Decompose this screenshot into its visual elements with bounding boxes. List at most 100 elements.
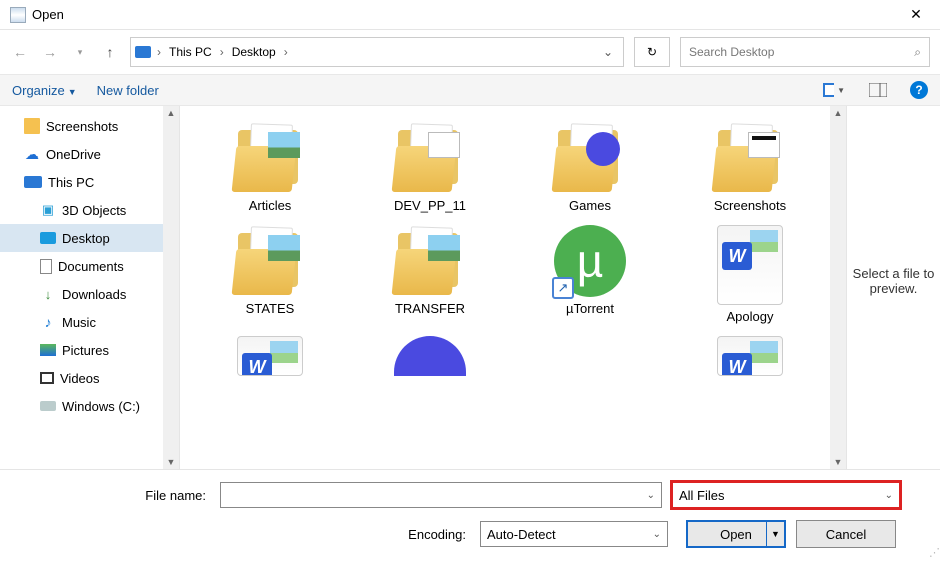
file-item[interactable]: TRANSFER (356, 221, 504, 328)
sidebar-item-downloads[interactable]: ↓ Downloads (0, 280, 179, 308)
back-icon[interactable]: ← (10, 42, 30, 62)
file-item-label: Articles (249, 198, 292, 213)
disk-icon (40, 401, 56, 411)
sidebar-item-label: Documents (58, 259, 124, 274)
chevron-down-icon[interactable]: ⌄ (653, 529, 661, 540)
sidebar-item-3d-objects[interactable]: ▣ 3D Objects (0, 196, 179, 224)
new-folder-button[interactable]: New folder (97, 83, 159, 98)
encoding-select[interactable]: Auto-Detect ⌄ (480, 521, 668, 547)
cancel-button[interactable]: Cancel (796, 520, 896, 548)
sidebar-item-videos[interactable]: Videos (0, 364, 179, 392)
sidebar-item-screenshots[interactable]: Screenshots (0, 112, 179, 140)
up-icon[interactable]: ↑ (100, 42, 120, 62)
search-icon: ⌕ (914, 45, 921, 60)
breadcrumb-thispc[interactable]: This PC (165, 43, 216, 61)
onedrive-icon: ☁ (24, 146, 40, 162)
thispc-icon (24, 176, 42, 188)
sidebar-item-desktop[interactable]: Desktop (0, 224, 179, 252)
file-item[interactable]: STATES (196, 221, 344, 328)
file-item[interactable]: µ↗µTorrent (516, 221, 664, 328)
word-document-icon: W (237, 336, 303, 376)
folder-icon (394, 225, 466, 297)
sidebar-item-label: Screenshots (46, 119, 118, 134)
sidebar-item-windows-c-[interactable]: Windows (C:) (0, 392, 179, 420)
sidebar-item-label: Downloads (62, 287, 126, 302)
sidebar-item-documents[interactable]: Documents (0, 252, 179, 280)
main-area: Screenshots ☁ OneDrive This PC ▣ 3D Objects De… (0, 106, 940, 469)
sidebar-item-label: 3D Objects (62, 203, 126, 218)
refresh-icon: ↻ (647, 45, 657, 59)
breadcrumb[interactable]: › This PC › Desktop › ⌄ (130, 37, 624, 67)
vids-icon (40, 372, 54, 384)
scroll-down-icon[interactable]: ▼ (167, 455, 176, 469)
file-item-label: DEV_PP_11 (394, 198, 466, 213)
filename-input[interactable]: ⌄ (220, 482, 662, 508)
toolbar: Organize▼ New folder ▼ ? (0, 74, 940, 106)
filelist-scrollbar[interactable]: ▲ ▼ (830, 106, 846, 469)
breadcrumb-dropdown-icon[interactable]: ⌄ (597, 45, 619, 59)
refresh-button[interactable]: ↻ (634, 37, 670, 67)
file-item[interactable]: WApology (676, 221, 824, 328)
file-type-filter[interactable]: All Files ⌄ (670, 480, 902, 510)
titlebar: Open ✕ (0, 0, 940, 30)
encoding-value: Auto-Detect (487, 527, 556, 542)
help-icon[interactable]: ? (910, 81, 928, 99)
folder-icon (234, 122, 306, 194)
chevron-right-icon[interactable]: › (218, 45, 226, 59)
file-item[interactable]: W (676, 332, 824, 384)
sidebar-item-label: OneDrive (46, 147, 101, 162)
sidebar-item-label: Music (62, 315, 96, 330)
sidebar-item-this-pc[interactable]: This PC (0, 168, 179, 196)
organize-button[interactable]: Organize▼ (12, 83, 77, 98)
file-item[interactable]: Screenshots (676, 118, 824, 217)
dl-icon: ↓ (40, 286, 56, 302)
scroll-up-icon[interactable]: ▲ (167, 106, 176, 120)
scroll-up-icon[interactable]: ▲ (834, 106, 843, 120)
file-item[interactable] (356, 332, 504, 384)
folder-icon (394, 122, 466, 194)
preview-pane-button[interactable] (866, 80, 890, 100)
small3d-icon: ▣ (40, 202, 56, 218)
search-placeholder: Search Desktop (689, 45, 914, 59)
folder-icon (714, 122, 786, 194)
resize-grip-icon[interactable]: ⋰ (929, 550, 938, 556)
folder-icon (554, 122, 626, 194)
file-item[interactable] (516, 332, 664, 384)
sidebar-item-pictures[interactable]: Pictures (0, 336, 179, 364)
close-icon[interactable]: ✕ (902, 1, 930, 29)
sidebar-item-label: Pictures (62, 343, 109, 358)
filter-value: All Files (679, 488, 725, 503)
sidebar-scrollbar[interactable]: ▲ ▼ (163, 106, 179, 469)
file-item[interactable]: W (196, 332, 344, 384)
chevron-down-icon[interactable]: ⌄ (647, 490, 655, 501)
chevron-down-icon[interactable]: ⌄ (885, 490, 893, 501)
encoding-label: Encoding: (12, 527, 472, 542)
recent-locations-icon[interactable]: ▾ (70, 42, 90, 62)
utorrent-icon: µ↗ (554, 225, 626, 297)
breadcrumb-desktop[interactable]: Desktop (228, 43, 280, 61)
file-item[interactable]: Games (516, 118, 664, 217)
chevron-right-icon[interactable]: › (155, 45, 163, 59)
shortcut-overlay-icon: ↗ (552, 277, 574, 299)
sidebar-item-music[interactable]: ♪ Music (0, 308, 179, 336)
window-title: Open (32, 7, 902, 22)
bottom-panel: File name: ⌄ All Files ⌄ Encoding: Auto-… (0, 469, 940, 558)
search-input[interactable]: Search Desktop ⌕ (680, 37, 930, 67)
file-item[interactable]: DEV_PP_11 (356, 118, 504, 217)
folder-icon (234, 225, 306, 297)
scroll-down-icon[interactable]: ▼ (834, 455, 843, 469)
view-mode-button[interactable]: ▼ (822, 80, 846, 100)
sidebar-item-label: Videos (60, 371, 100, 386)
file-item-label: TRANSFER (395, 301, 465, 316)
file-list[interactable]: Articles DEV_PP_11 GamesScreenshots STATES T… (180, 106, 846, 469)
sidebar-item-label: Desktop (62, 231, 110, 246)
music-icon: ♪ (40, 314, 56, 330)
open-split-icon[interactable]: ▼ (766, 522, 784, 546)
filename-label: File name: (12, 488, 212, 503)
sidebar-item-onedrive[interactable]: ☁ OneDrive (0, 140, 179, 168)
word-document-icon: W (717, 225, 783, 305)
open-button[interactable]: Open ▼ (686, 520, 786, 548)
preview-placeholder: Select a file to preview. (847, 266, 940, 296)
chevron-right-icon[interactable]: › (282, 45, 290, 59)
file-item[interactable]: Articles (196, 118, 344, 217)
